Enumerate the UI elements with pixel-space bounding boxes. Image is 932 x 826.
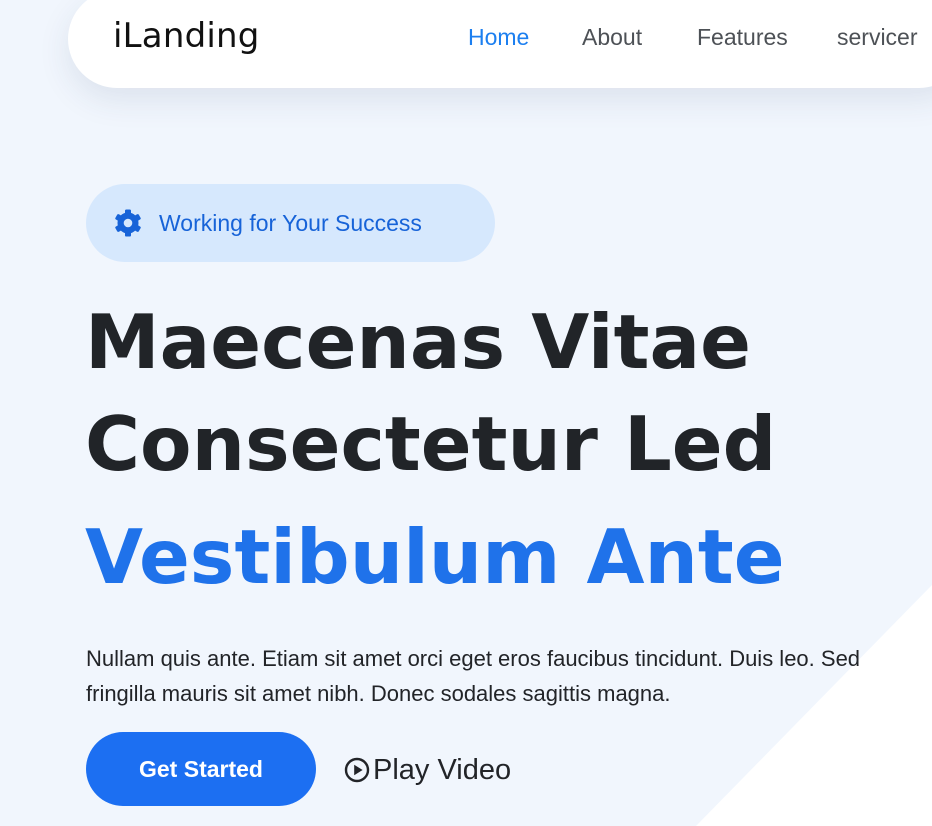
play-circle-icon — [344, 757, 370, 783]
badge-text: Working for Your Success — [159, 210, 422, 236]
hero-title-line-2: Consectetur Led — [85, 400, 777, 488]
play-video-link[interactable]: Play Video — [344, 750, 511, 790]
nav-link-servicer[interactable]: servicer — [837, 24, 918, 51]
hero-title-line-1: Maecenas Vitae — [85, 298, 751, 386]
navbar: iLanding Home About Features servicer — [68, 0, 932, 88]
play-video-label: Play Video — [373, 753, 512, 786]
hero-description: Nullam quis ante. Etiam sit amet orci eg… — [86, 646, 861, 706]
hero-badge: Working for Your Success — [86, 184, 495, 262]
logo[interactable]: iLanding — [113, 16, 260, 56]
nav-link-about[interactable]: About — [582, 24, 642, 51]
get-started-button[interactable]: Get Started — [86, 732, 316, 806]
gear-icon — [115, 209, 141, 237]
nav-link-home[interactable]: Home — [468, 24, 529, 51]
hero-title-highlight: Vestibulum Ante — [85, 513, 785, 601]
nav-link-features[interactable]: Features — [697, 24, 788, 51]
